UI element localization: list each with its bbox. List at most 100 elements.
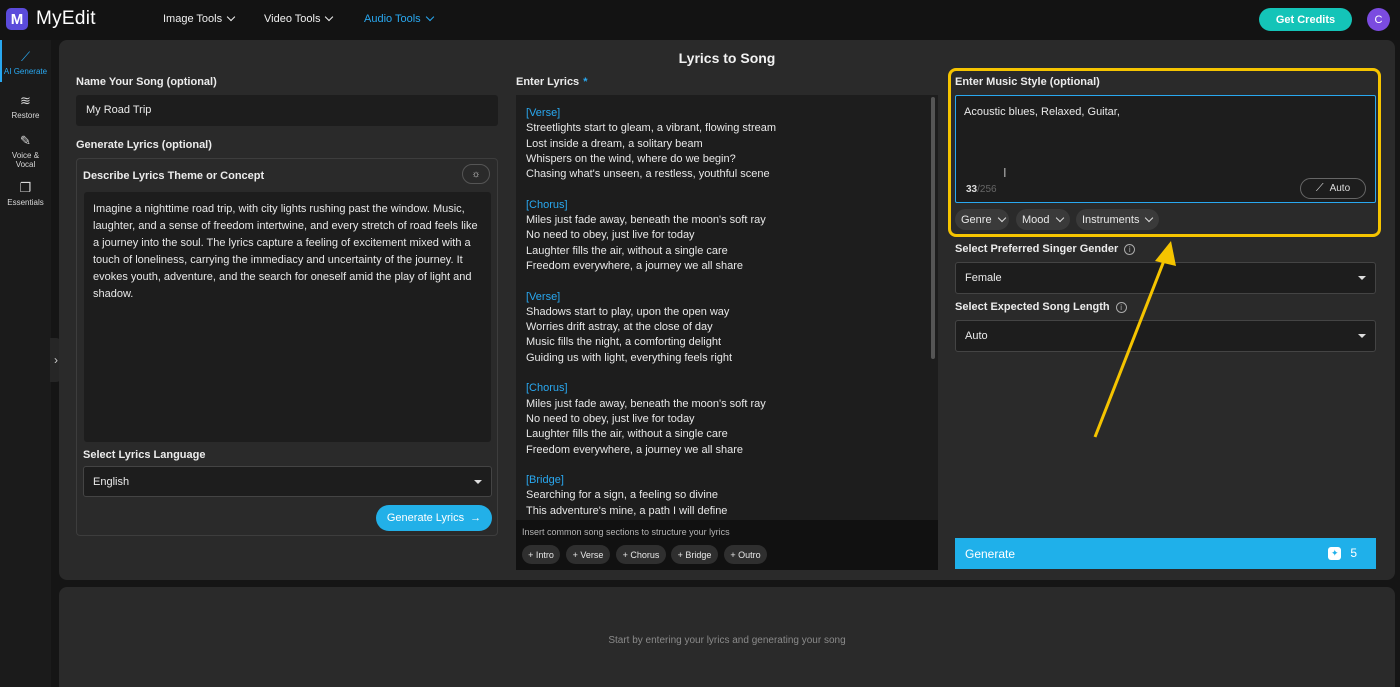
annotation-arrow — [1093, 241, 1176, 438]
lyrics-editor[interactable]: [Verse] Streetlights start to gleam, a vi… — [516, 95, 938, 570]
genre-label: Genre — [961, 213, 992, 226]
nav-video-tools[interactable]: Video Tools — [264, 12, 334, 25]
get-credits-button[interactable]: Get Credits — [1259, 8, 1352, 31]
sections-hint: Insert common song sections to structure… — [522, 527, 730, 537]
idea-button[interactable]: ☼ — [462, 164, 490, 184]
nav-video-tools-label: Video Tools — [264, 13, 321, 25]
required-mark: * — [583, 76, 588, 88]
lyrics-line: Freedom everywhere, a journey we all sha… — [526, 443, 744, 456]
nav-image-tools[interactable]: Image Tools — [163, 12, 236, 25]
result-panel: Start by entering your lyrics and genera… — [59, 587, 1395, 687]
sidebar-item-label: Restore — [11, 111, 40, 120]
lyrics-line: Shadows start to play, upon the open way — [526, 305, 730, 318]
generate-lyrics-panel: Describe Lyrics Theme or Concept ☼ Imagi… — [76, 158, 498, 536]
chevron-right-icon: › — [54, 353, 58, 367]
lyrics-stanza: [Verse] Shadows start to play, upon the o… — [526, 290, 920, 366]
lyrics-line: No need to obey, just live for today — [526, 229, 695, 242]
user-avatar[interactable]: C — [1367, 8, 1390, 31]
lyrics-scrollbar[interactable] — [931, 97, 935, 359]
sidebar-item-label: Voice & Vocal — [11, 151, 40, 169]
instruments-dropdown[interactable]: Instruments — [1076, 209, 1159, 230]
lyrics-line: Miles just fade away, beneath the moon's… — [526, 397, 766, 410]
song-name-label: Name Your Song (optional) — [76, 76, 217, 88]
chevron-down-icon — [325, 12, 334, 22]
generate-lyrics-label: Generate Lyrics — [386, 512, 465, 524]
lyrics-line: This adventure's mine, a path I will def… — [526, 504, 728, 517]
mood-dropdown[interactable]: Mood — [1016, 209, 1070, 230]
voice-wand-icon: ✎ — [20, 133, 31, 148]
music-style-textarea[interactable]: Acoustic blues, Relaxed, Guitar, 33/256 … — [955, 95, 1376, 203]
nav-audio-tools[interactable]: Audio Tools — [364, 12, 434, 25]
lyrics-line: Streetlights start to gleam, a vibrant, … — [526, 122, 777, 135]
singer-gender-value: Female — [965, 272, 1002, 284]
generate-button[interactable]: Generate ✦ 5 — [955, 538, 1376, 569]
credit-cost-value: 5 — [1350, 546, 1357, 560]
lyrics-stanza: [Chorus] Miles just fade away, beneath th… — [526, 198, 920, 274]
lyrics-line: Whispers on the wind, where do we begin? — [526, 152, 736, 165]
nav-image-tools-label: Image Tools — [163, 13, 223, 25]
lyrics-language-select[interactable]: English — [83, 466, 492, 497]
chevron-down-icon — [226, 12, 236, 22]
lyrics-section-tag: [Bridge] — [526, 474, 564, 487]
app-logo[interactable]: M MyEdit — [6, 8, 96, 30]
top-bar: M MyEdit Image Tools Video Tools Audio T… — [0, 0, 1400, 40]
chevron-down-icon — [997, 213, 1006, 222]
chip-verse[interactable]: + Verse — [566, 545, 610, 564]
song-sections-bar: Insert common song sections to structure… — [516, 520, 938, 570]
enter-lyrics-label-text: Enter Lyrics — [516, 76, 580, 88]
generate-lyrics-button[interactable]: Generate Lyrics → — [376, 505, 492, 531]
lyrics-language-label: Select Lyrics Language — [83, 449, 206, 461]
sidebar-item-label: AI Generate — [3, 67, 48, 76]
instruments-label: Instruments — [1082, 213, 1140, 226]
chip-chorus[interactable]: + Chorus — [616, 545, 666, 564]
enter-lyrics-label: Enter Lyrics * — [516, 76, 587, 88]
lyrics-line: Freedom everywhere, a journey we all sha… — [526, 259, 744, 272]
logo-mark-icon: M — [6, 8, 28, 30]
sidebar-item-voice-vocal[interactable]: ✎ Voice & Vocal — [0, 133, 51, 170]
lyrics-stanza: [Verse] Streetlights start to gleam, a vi… — [526, 106, 920, 182]
text-cursor-icon: I — [1003, 165, 1007, 180]
music-style-label: Enter Music Style (optional) — [955, 76, 1100, 88]
chip-intro[interactable]: + Intro — [522, 545, 560, 564]
auto-style-label: Auto — [1329, 183, 1351, 194]
chevron-down-icon — [425, 12, 434, 22]
counter-current: 33 — [966, 184, 978, 195]
result-placeholder: Start by entering your lyrics and genera… — [608, 635, 846, 646]
genre-dropdown[interactable]: Genre — [955, 209, 1009, 230]
song-length-value: Auto — [965, 330, 988, 342]
layers-icon: ❐ — [19, 180, 32, 195]
lyrics-stanza: [Bridge] Searching for a sign, a feeling … — [526, 473, 920, 519]
sidebar-item-restore[interactable]: ≋ Restore — [0, 93, 51, 121]
sidebar-item-ai-generate[interactable]: ⟋ AI Generate — [0, 49, 51, 77]
song-name-input[interactable]: My Road Trip — [76, 95, 498, 126]
arrow-right-icon: → — [470, 512, 482, 524]
credit-icon: ✦ — [1328, 546, 1342, 560]
chip-bridge[interactable]: + Bridge — [671, 545, 718, 564]
lyrics-line: Guiding us with light, everything feels … — [526, 351, 733, 364]
lyrics-line: No need to obey, just live for today — [526, 412, 695, 425]
lyrics-line: Music fills the night, a comforting deli… — [526, 336, 722, 349]
caret-down-icon — [474, 479, 482, 484]
generate-lyrics-label: Generate Lyrics (optional) — [76, 139, 212, 151]
arrow-head — [1155, 241, 1176, 266]
lyrics-section-tag: [Chorus] — [526, 198, 568, 211]
arrow-shaft — [1093, 252, 1169, 438]
theme-textarea[interactable]: Imagine a nighttime road trip, with city… — [84, 192, 491, 442]
theme-label: Describe Lyrics Theme or Concept — [83, 170, 265, 182]
auto-style-button[interactable]: ⟋ Auto — [1300, 178, 1366, 199]
caret-down-icon — [1358, 276, 1366, 280]
magic-wand-icon: ⟋ — [20, 49, 31, 64]
sidebar-item-essentials[interactable]: ❐ Essentials — [0, 180, 51, 208]
counter-max: /256 — [977, 184, 997, 195]
sidebar-item-label: Essentials — [7, 198, 44, 207]
chip-outro[interactable]: + Outro — [724, 545, 767, 564]
lyrics-line: Worries drift astray, at the close of da… — [526, 321, 713, 334]
lyrics-language-value: English — [93, 475, 130, 488]
waveform-icon: ≋ — [20, 93, 31, 108]
credit-cost: ✦ 5 — [1328, 546, 1357, 560]
lyrics-textarea[interactable]: [Verse] Streetlights start to gleam, a vi… — [516, 95, 930, 520]
lyrics-line: Miles just fade away, beneath the moon's… — [526, 214, 766, 227]
caret-down-icon — [1358, 334, 1366, 338]
magic-wand-icon: ⟋ — [1315, 182, 1324, 194]
page-title: Lyrics to Song — [678, 50, 776, 66]
